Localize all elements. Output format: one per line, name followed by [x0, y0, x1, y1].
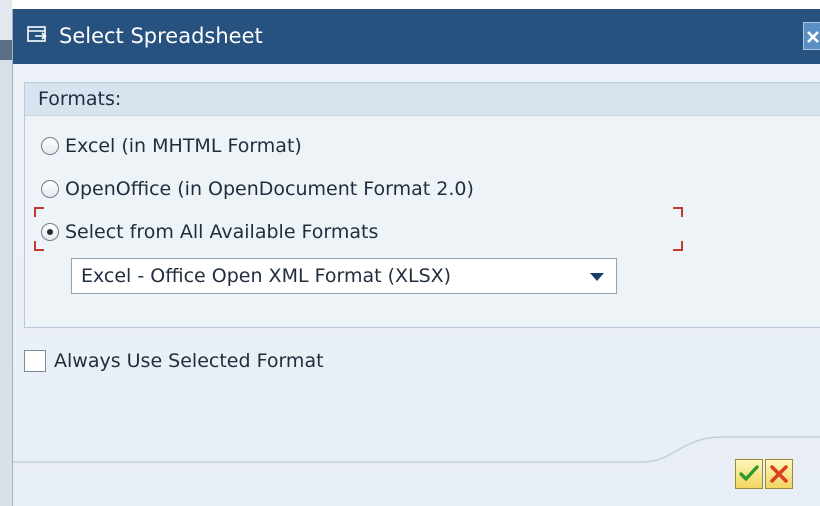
- ok-button[interactable]: [735, 459, 763, 489]
- radio-button-selected[interactable]: [41, 223, 59, 241]
- focus-frame-corner: [34, 241, 44, 251]
- dialog-title: Select Spreadsheet: [59, 24, 263, 48]
- formats-group-header: Formats:: [25, 83, 820, 116]
- cancel-button[interactable]: [765, 459, 793, 489]
- radio-button[interactable]: [41, 137, 59, 155]
- radio-button[interactable]: [41, 180, 59, 198]
- formats-group-label: Formats:: [38, 88, 122, 110]
- focus-frame-corner: [34, 207, 44, 217]
- select-spreadsheet-dialog: Select Spreadsheet Formats: Excel (in MH…: [12, 9, 820, 506]
- formats-group: Formats: Excel (in MHTML Format) OpenOff…: [24, 82, 820, 328]
- focus-frame-corner: [673, 241, 683, 251]
- focus-frame-corner: [673, 207, 683, 217]
- close-icon: [807, 31, 819, 43]
- radio-label: Select from All Available Formats: [65, 221, 379, 243]
- chevron-down-icon[interactable]: [590, 273, 604, 281]
- always-use-label: Always Use Selected Format: [54, 350, 324, 372]
- radio-label: Excel (in MHTML Format): [65, 135, 302, 157]
- dialog-titlebar[interactable]: Select Spreadsheet: [13, 9, 820, 64]
- background-window-edge: [0, 0, 12, 506]
- always-use-checkbox[interactable]: [24, 350, 46, 372]
- close-button[interactable]: [803, 22, 820, 50]
- cancel-x-icon: [770, 465, 788, 483]
- radio-label: OpenOffice (in OpenDocument Format 2.0): [65, 178, 474, 200]
- footer-separator: [13, 436, 820, 469]
- checkmark-icon: [739, 465, 759, 481]
- select-dialog-icon: [27, 26, 49, 46]
- format-dropdown[interactable]: Excel - Office Open XML Format (XLSX): [71, 258, 617, 294]
- format-dropdown-value: Excel - Office Open XML Format (XLSX): [81, 265, 452, 287]
